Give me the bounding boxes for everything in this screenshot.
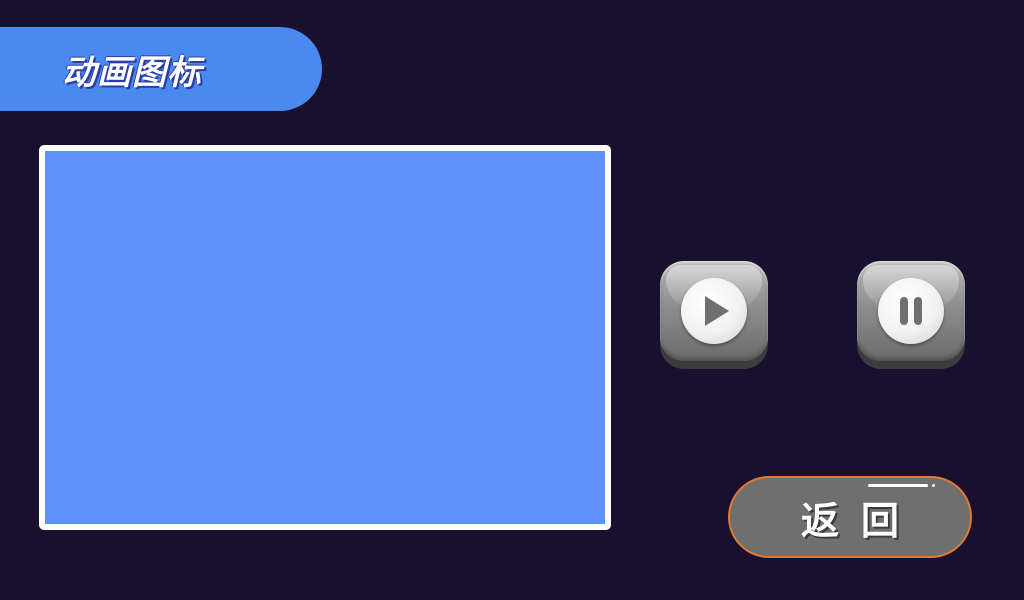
button-highlight [868,484,928,487]
page-title: 动画图标 [62,52,202,93]
animation-frame [39,145,611,530]
title-tab: 动画图标 [0,27,322,111]
pause-icon [878,278,944,344]
play-button-face [660,261,768,361]
animation-canvas [45,151,605,524]
button-highlight-dot [932,484,935,487]
pause-button[interactable] [857,261,965,369]
back-button[interactable]: 返回 [728,476,972,558]
play-button[interactable] [660,261,768,369]
pause-button-face [857,261,965,361]
back-button-label: 返回 [800,498,921,543]
play-icon [681,278,747,344]
